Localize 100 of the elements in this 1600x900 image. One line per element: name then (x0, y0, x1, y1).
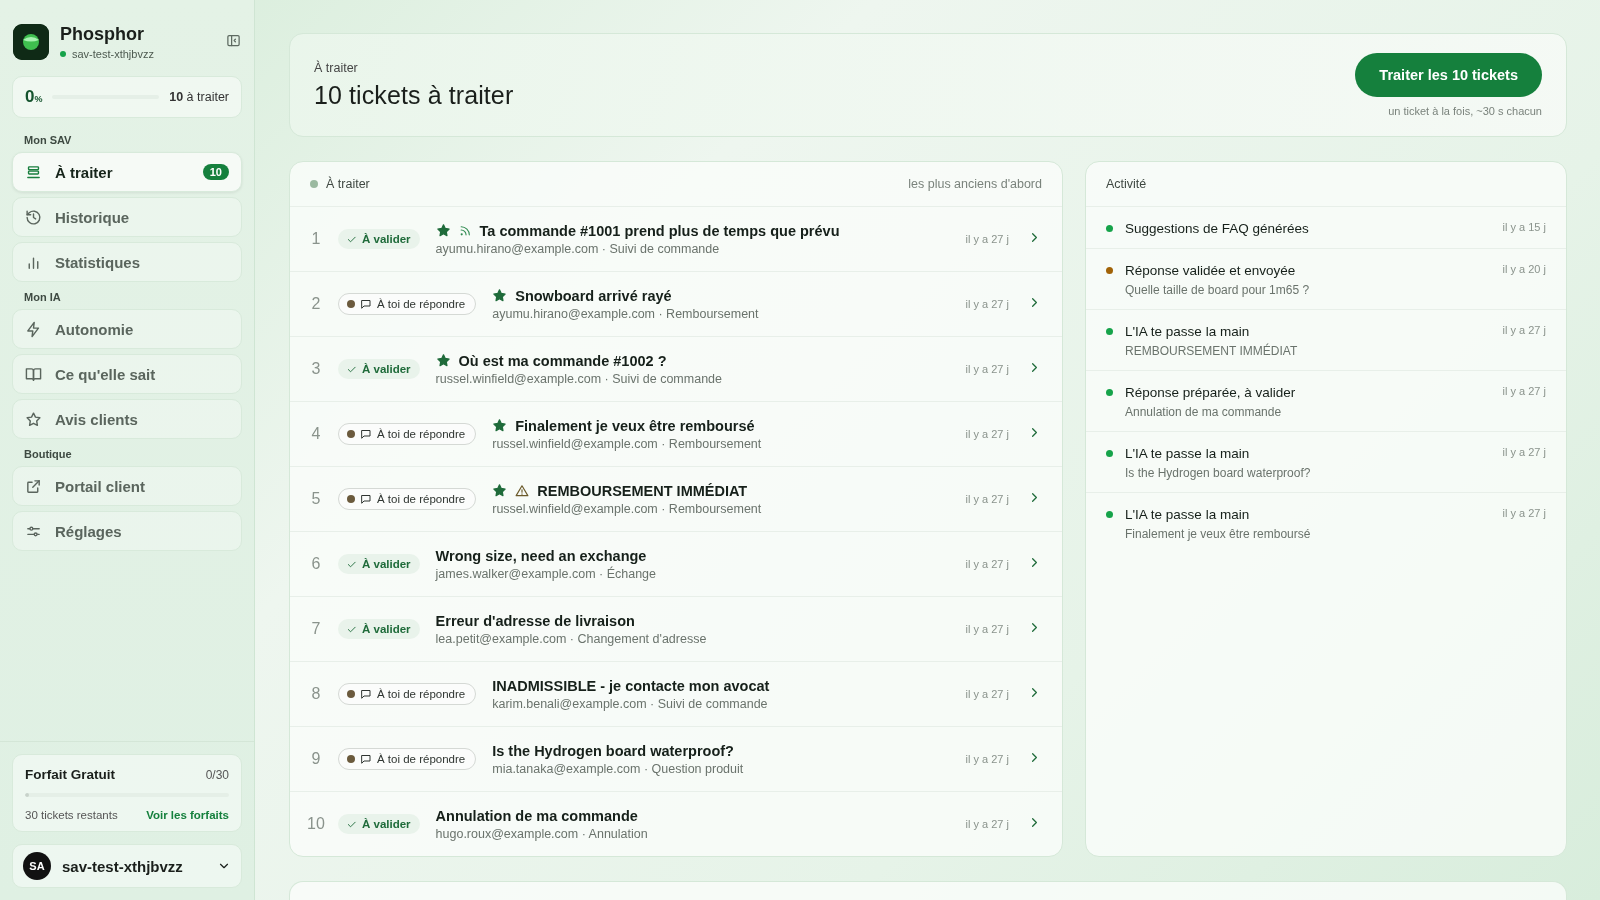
event-age: il y a 27 j (1502, 446, 1546, 458)
process-button[interactable]: Traiter les 10 tickets (1355, 53, 1542, 97)
event-detail: Is the Hydrogen board waterproof? (1125, 466, 1312, 480)
event-detail: Quelle taille de board pour 1m65 ? (1125, 283, 1311, 297)
event-age: il y a 27 j (1502, 385, 1546, 397)
status-pill: À valider (338, 359, 420, 379)
row-number: 2 (310, 295, 322, 313)
ticket-row[interactable]: 4 À toi de répondre Finalement je veux être remboursé russel.winfield@example.com · Remboursement il y a 27 j (290, 401, 1062, 466)
event-title: L'IA te passe la main (1125, 324, 1251, 339)
plans-link[interactable]: Voir les forfaits (146, 809, 229, 821)
ticket-row[interactable]: 5 À toi de répondre REMBOURSEMENT IMMÉDIAT russel.winfield@example.com · Remboursement il y a 27 j (290, 466, 1062, 531)
ticket-age: il y a 27 j (965, 298, 1009, 310)
workspace-name: sav-test-xthjbvzz (72, 48, 154, 60)
nav-item[interactable]: Portail client (12, 466, 242, 506)
page-title: 10 tickets à traiter (314, 80, 514, 109)
section-label: Mon SAV (24, 134, 73, 146)
ticket-age: il y a 27 j (965, 363, 1009, 375)
status-pill: À toi de répondre (338, 293, 477, 315)
nav-item[interactable]: Statistiques (12, 242, 242, 282)
ticket-age: il y a 27 j (965, 428, 1009, 440)
ticket-row[interactable]: 8 À toi de répondre INADMISSIBLE - je contacte mon avocat karim.benali@example.com · Suivi de commande il y a 27 j (290, 661, 1062, 726)
row-number: 6 (310, 555, 322, 573)
nav-item[interactable]: Historique (12, 197, 242, 237)
chat-icon (360, 493, 372, 505)
ticket-subject[interactable]: Snowboard arrivé rayé (515, 287, 672, 304)
ticket-subject[interactable]: REMBOURSEMENT IMMÉDIAT (537, 482, 748, 499)
ticket-meta: james.walker@example.com · Échange (435, 566, 657, 581)
ticket-age: il y a 27 j (965, 753, 1009, 765)
row-number: 9 (310, 750, 322, 768)
remaining-text: 30 tickets restants (25, 809, 118, 821)
brand-name: Phosphor (60, 24, 145, 45)
row-number: 10 (306, 815, 326, 833)
stack-icon (25, 163, 42, 181)
status-dot (347, 300, 355, 308)
nav-item[interactable]: Avis clients (12, 399, 242, 439)
ticket-meta: ayumu.hirano@example.com · Suivi de commande (435, 241, 721, 256)
ticket-subject[interactable]: Is the Hydrogen board waterproof? (492, 742, 734, 759)
account-switcher[interactable]: SA sav-test-xthjbvzz (12, 844, 242, 888)
ticket-meta: lea.petit@example.com · Changement d'adresse (435, 631, 708, 646)
ticket-subject[interactable]: INADMISSIBLE - je contacte mon avocat (492, 677, 770, 694)
status-pill: À toi de répondre (338, 683, 477, 705)
nav-item[interactable]: À traiter 10 (12, 152, 242, 192)
lightning-icon (25, 320, 42, 338)
ticket-row[interactable]: 9 À toi de répondre Is the Hydrogen board waterproof? mia.tanaka@example.com · Question produit il y a 27 j (290, 726, 1062, 791)
ticket-meta: russel.winfield@example.com · Remboursement (492, 436, 763, 451)
ticket-row[interactable]: 3 À valider Où est ma commande #1002 ? russel.winfield@example.com · Suivi de commande il y a 27 j (290, 336, 1062, 401)
status-pill: À valider (338, 619, 420, 639)
plan-name: Forfait Gratuit (25, 767, 115, 782)
ticket-meta: hugo.roux@example.com · Annulation (435, 826, 649, 841)
book-icon (25, 365, 42, 383)
ticket-subject[interactable]: Ta commande #1001 prend plus de temps que prévu (479, 222, 840, 239)
status-dot (347, 690, 355, 698)
status-pill: À toi de répondre (338, 423, 477, 445)
row-number: 5 (310, 490, 322, 508)
activity-title: Activité (1106, 177, 1147, 191)
status-dot (347, 495, 355, 503)
ticket-subject[interactable]: Erreur d'adresse de livraison (435, 612, 635, 629)
ticket-age: il y a 27 j (965, 623, 1009, 635)
ticket-row[interactable]: 6 À valider Wrong size, need an exchange james.walker@example.com · Échange il y a 27 j (290, 531, 1062, 596)
event-title: Réponse validée et envoyée (1125, 263, 1297, 278)
row-number: 3 (310, 360, 322, 378)
chat-icon (360, 298, 372, 310)
event-title: L'IA te passe la main (1125, 507, 1251, 522)
event-detail: REMBOURSEMENT IMMÉDIAT (1125, 344, 1299, 358)
row-number: 7 (310, 620, 322, 638)
list-title: À traiter (326, 177, 370, 191)
ticket-row[interactable]: 2 À toi de répondre Snowboard arrivé rayé ayumu.hirano@example.com · Remboursement il y a 27 j (290, 271, 1062, 336)
ticket-meta: karim.benali@example.com · Suivi de commande (492, 696, 769, 711)
ticket-row[interactable]: 1 À valider Ta commande #1001 prend plus de temps que prévu ayumu.hirano@example.com · Suivi de commande il y a 27 j (290, 206, 1062, 271)
status-pill: À toi de répondre (338, 748, 477, 770)
ticket-subject[interactable]: Où est ma commande #1002 ? (458, 352, 667, 369)
ticket-subject[interactable]: Annulation de ma commande (435, 807, 638, 824)
external-link-icon (25, 477, 42, 495)
event-title: Réponse préparée, à valider (1125, 385, 1297, 400)
status-pill: À valider (338, 554, 420, 574)
pending-count: 10 à traiter (169, 90, 229, 104)
event-age: il y a 15 j (1502, 221, 1546, 233)
sort-label[interactable]: les plus anciens d'abord (908, 177, 1042, 191)
event-title: Suggestions de FAQ générées (1125, 221, 1310, 236)
event-age: il y a 20 j (1502, 263, 1546, 275)
logo-icon (13, 24, 49, 60)
avatar: SA (23, 852, 51, 880)
panel-icon (226, 33, 241, 48)
nav-item[interactable]: Autonomie (12, 309, 242, 349)
nav-item[interactable]: Réglages (12, 511, 242, 551)
event-age: il y a 27 j (1502, 324, 1546, 336)
status-pill: À valider (338, 229, 420, 249)
ticket-age: il y a 27 j (965, 493, 1009, 505)
status-pill: À toi de répondre (338, 488, 477, 510)
ticket-row[interactable]: 7 À valider Erreur d'adresse de livraison lea.petit@example.com · Changement d'adresse il y a 27 j (290, 596, 1062, 661)
ticket-age: il y a 27 j (965, 233, 1009, 245)
chat-icon (360, 753, 372, 765)
star-icon (25, 410, 42, 428)
ticket-row[interactable]: 10 À valider Annulation de ma commande hugo.roux@example.com · Annulation il y a 27 j (290, 791, 1062, 856)
ticket-meta: ayumu.hirano@example.com · Remboursement (492, 306, 760, 321)
nav-item[interactable]: Ce qu'elle sait (12, 354, 242, 394)
ticket-subject[interactable]: Finalement je veux être remboursé (515, 417, 755, 434)
ticket-subject[interactable]: Wrong size, need an exchange (435, 547, 647, 564)
ticket-age: il y a 27 j (965, 558, 1009, 570)
progress-percent: 0% (25, 87, 43, 107)
